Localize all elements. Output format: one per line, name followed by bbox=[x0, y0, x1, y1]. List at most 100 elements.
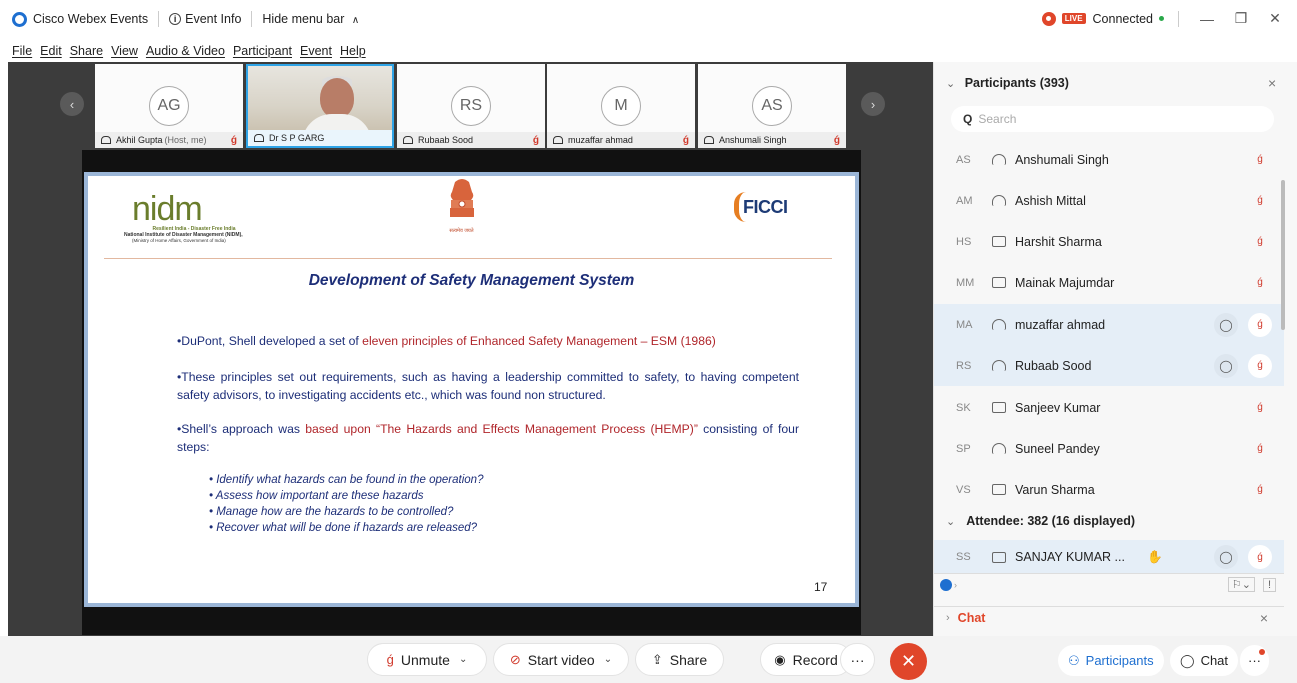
p1-highlight: eleven principles of Enhanced Safety Man… bbox=[362, 334, 716, 348]
event-info-button[interactable]: i Event Info bbox=[169, 12, 241, 26]
close-window-icon[interactable]: ✕ bbox=[1267, 10, 1283, 27]
menu-edit[interactable]: Edit bbox=[40, 44, 62, 58]
participant-name: Sanjeev Kumar bbox=[1015, 400, 1101, 415]
restore-icon[interactable]: ❐ bbox=[1233, 10, 1249, 27]
panel-more-button[interactable]: ··· bbox=[1240, 645, 1269, 676]
headset-icon bbox=[992, 443, 1006, 454]
tile-name: Akhil Gupta bbox=[116, 135, 163, 145]
video-tile-muzaffar[interactable]: M muzaffar ahmad ǵ bbox=[547, 64, 695, 148]
tile-namebar: Anshumali Singh ǵ bbox=[698, 132, 846, 148]
menu-share[interactable]: Share bbox=[70, 44, 103, 58]
muted-mic-icon: ǵ bbox=[1257, 195, 1263, 206]
shared-slide: nidm Resilient India - Disaster Free Ind… bbox=[84, 172, 859, 607]
slide-paragraph-3: •Shell’s approach was based upon “The Ha… bbox=[177, 420, 799, 456]
muted-mic-icon[interactable]: ǵ bbox=[1248, 545, 1272, 569]
hide-menu-bar-button[interactable]: Hide menu bar ∧ bbox=[262, 12, 359, 26]
phone-icon bbox=[992, 551, 1006, 563]
muted-mic-icon: ǵ bbox=[532, 134, 539, 146]
chat-bubble-icon[interactable]: ◯ bbox=[1214, 545, 1238, 569]
headset-icon bbox=[992, 319, 1006, 330]
avatar: M bbox=[601, 86, 641, 126]
participant-row[interactable]: AM Ashish Mittal ǵ bbox=[934, 180, 1284, 221]
hide-menu-label: Hide menu bar bbox=[262, 12, 345, 26]
more-options-button[interactable]: ··· bbox=[840, 643, 875, 676]
event-info-label: Event Info bbox=[185, 12, 242, 26]
tile-name: Anshumali Singh bbox=[719, 135, 787, 145]
participant-initials: MA bbox=[956, 318, 973, 331]
start-video-button[interactable]: ⊘ Start video ⌄ bbox=[493, 643, 629, 676]
attendee-header[interactable]: ⌄ Attendee: 382 (16 displayed) bbox=[946, 514, 1135, 528]
headset-icon bbox=[992, 154, 1006, 165]
participants-toggle-button[interactable]: ⚇ Participants bbox=[1058, 645, 1164, 676]
phone-icon bbox=[992, 236, 1006, 247]
participant-row[interactable]: MM Mainak Majumdar ǵ bbox=[934, 262, 1284, 303]
panel-scrollbar[interactable] bbox=[1281, 180, 1285, 330]
menu-help[interactable]: Help bbox=[340, 44, 366, 58]
video-tile-anshumali[interactable]: AS Anshumali Singh ǵ bbox=[698, 64, 846, 148]
muted-mic-icon: ǵ bbox=[682, 134, 689, 146]
participant-name: Anshumali Singh bbox=[1015, 152, 1109, 167]
avatar: AS bbox=[752, 86, 792, 126]
muted-mic-icon: ǵ bbox=[1257, 236, 1263, 247]
chat-toggle-button[interactable]: ◯ Chat bbox=[1170, 645, 1239, 676]
slide-page-number: 17 bbox=[814, 580, 828, 594]
alert-icon[interactable]: ! bbox=[1262, 577, 1276, 592]
avatar: RS bbox=[451, 86, 491, 126]
participant-name: Harshit Sharma bbox=[1015, 234, 1102, 249]
participant-row[interactable]: AS Anshumali Singh ǵ bbox=[934, 139, 1284, 180]
chat-bubble-icon[interactable]: ◯ bbox=[1214, 312, 1238, 337]
menu-view[interactable]: View bbox=[111, 44, 138, 58]
leave-meeting-button[interactable]: ✕ bbox=[890, 643, 927, 680]
headset-icon bbox=[553, 136, 563, 144]
person-icon: ⚇ bbox=[1068, 652, 1080, 668]
phone-icon bbox=[992, 484, 1006, 495]
menu-file[interactable]: File bbox=[12, 44, 32, 58]
chat-panel-header[interactable]: › Chat × bbox=[934, 606, 1284, 628]
video-tile-akhil[interactable]: AG Akhil Gupta (Host, me) ǵ bbox=[95, 64, 243, 148]
info-icon: i bbox=[169, 13, 182, 25]
participant-initials: MM bbox=[956, 276, 975, 289]
minimize-icon[interactable]: — bbox=[1199, 11, 1215, 27]
strip-prev-button[interactable]: ‹ bbox=[60, 92, 84, 116]
avatar: AG bbox=[149, 86, 189, 126]
menu-participant[interactable]: Participant bbox=[233, 44, 292, 58]
record-label: Record bbox=[792, 651, 838, 668]
close-panel-icon[interactable]: × bbox=[1268, 75, 1276, 91]
search-icon: Q bbox=[963, 112, 973, 126]
participant-row[interactable]: MA muzaffar ahmad ◯ ǵ bbox=[934, 304, 1284, 345]
record-button[interactable]: ◉ Record bbox=[760, 643, 852, 676]
panel-mini-toolbar: › ⚐⌄ ! bbox=[934, 573, 1284, 595]
participant-name: muzaffar ahmad bbox=[1015, 317, 1106, 332]
recording-icon bbox=[1041, 11, 1056, 26]
unmute-button[interactable]: ǵ Unmute ⌄ bbox=[367, 643, 487, 676]
menu-event[interactable]: Event bbox=[300, 44, 332, 58]
muted-mic-icon: ǵ bbox=[833, 134, 840, 146]
menu-audio-video[interactable]: Audio & Video bbox=[146, 44, 225, 58]
slide-paragraph-2: •These principles set out requirements, … bbox=[177, 370, 799, 402]
participant-row[interactable]: SP Suneel Pandey ǵ bbox=[934, 428, 1284, 469]
muted-mic-icon[interactable]: ǵ bbox=[1248, 312, 1272, 337]
attendee-row[interactable]: SS SANJAY KUMAR ... ✋ ◯ ǵ bbox=[934, 540, 1284, 574]
participant-row[interactable]: SK Sanjeev Kumar ǵ bbox=[934, 387, 1284, 428]
headset-icon bbox=[254, 134, 264, 142]
chevron-down-icon: ⌄ bbox=[946, 78, 956, 90]
participant-search[interactable]: Q Search bbox=[951, 106, 1274, 132]
video-tile-rubaab[interactable]: RS Rubaab Sood ǵ bbox=[397, 64, 545, 148]
participant-row[interactable]: RS Rubaab Sood ◯ ǵ bbox=[934, 345, 1284, 386]
status-icon[interactable] bbox=[940, 578, 952, 591]
chat-bubble-icon[interactable]: ◯ bbox=[1214, 353, 1238, 378]
participant-name: Mainak Majumdar bbox=[1015, 275, 1115, 290]
tile-namebar: Akhil Gupta (Host, me) ǵ bbox=[95, 132, 243, 148]
share-button[interactable]: ⇪ Share bbox=[635, 643, 724, 676]
headset-icon bbox=[992, 195, 1006, 206]
participants-header[interactable]: ⌄ Participants (393) bbox=[946, 76, 1069, 90]
flag-icon[interactable]: ⚐⌄ bbox=[1227, 577, 1255, 592]
muted-mic-icon: ǵ bbox=[1257, 402, 1263, 413]
strip-next-button[interactable]: › bbox=[861, 92, 885, 116]
video-tile-garg[interactable]: Dr S P GARG bbox=[246, 64, 394, 148]
muted-mic-icon[interactable]: ǵ bbox=[1248, 353, 1272, 378]
close-chat-icon[interactable]: × bbox=[1260, 610, 1268, 626]
participant-initials: AS bbox=[956, 153, 971, 166]
participant-row[interactable]: VS Varun Sharma ǵ bbox=[934, 469, 1284, 510]
participant-row[interactable]: HS Harshit Sharma ǵ bbox=[934, 221, 1284, 262]
